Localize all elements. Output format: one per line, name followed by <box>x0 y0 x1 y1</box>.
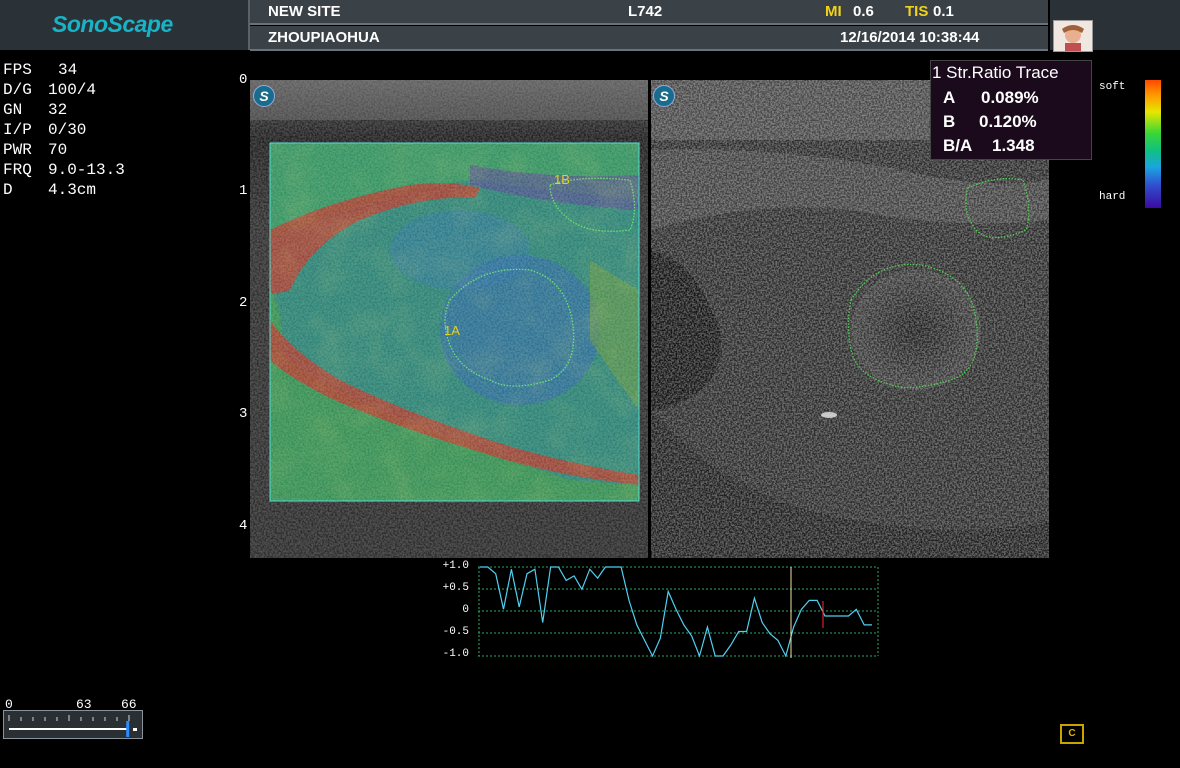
header-row-top: NEW SITE L742 MI 0.6 TIS 0.1 <box>250 0 1048 25</box>
site-name: NEW SITE <box>268 3 341 20</box>
trace-y-label-3: 0 <box>462 604 469 616</box>
depth-label-4: 4 <box>239 518 248 534</box>
param-dg: D/G 100/4 <box>3 81 97 99</box>
exam-datetime: 12/16/2014 10:38:44 <box>840 29 980 46</box>
strain-b-row: B 0.120% <box>943 112 1037 131</box>
slider-thumb <box>126 721 130 737</box>
strain-ratio-panel: 1 Str.Ratio Trace A 0.089% B 0.120% B/A 1.3… <box>930 60 1092 160</box>
trace-y-label-1: +1.0 <box>442 560 469 572</box>
depth-label-2: 2 <box>239 295 248 311</box>
param-fps: FPS 34 <box>3 61 78 79</box>
depth-label-1: 1 <box>239 183 248 199</box>
trace-y-label-4: -0.5 <box>442 626 469 638</box>
brand-logo: SonoScape <box>52 11 173 37</box>
param-ip: I/P 0/30 <box>3 121 87 139</box>
strain-ratio-title: 1 Str.Ratio Trace <box>932 63 1059 82</box>
strain-trace-graph[interactable] <box>478 566 880 660</box>
tis-value: 0.1 <box>933 3 954 20</box>
patient-name: ZHOUPIAOHUA <box>268 29 380 46</box>
colorbar-soft-label: soft <box>1099 81 1126 93</box>
trace-y-label-5: -1.0 <box>442 648 469 660</box>
elastography-image[interactable] <box>250 80 648 558</box>
strain-a-row: A 0.089% <box>943 88 1039 107</box>
colorbar-hard-label: hard <box>1099 191 1126 203</box>
user-avatar-icon[interactable] <box>1053 20 1093 52</box>
param-power: PWR 70 <box>3 141 68 159</box>
mi-label: MI <box>825 3 842 20</box>
param-depth: D 4.3cm <box>3 181 97 199</box>
probe-name: L742 <box>628 3 663 20</box>
scanner-s-icon-right: S <box>653 85 675 107</box>
roi-a-label: 1A <box>444 323 460 338</box>
mi-value: 0.6 <box>853 3 874 20</box>
trace-y-label-2: +0.5 <box>442 582 469 594</box>
param-gain: GN 32 <box>3 101 68 119</box>
frame-slider[interactable] <box>3 710 143 739</box>
depth-label-3: 3 <box>239 406 248 422</box>
depth-label-0: 0 <box>239 72 248 88</box>
roi-b-label: 1B <box>554 172 570 187</box>
elasticity-color-bar <box>1145 80 1161 208</box>
film-cine-icon[interactable]: C <box>1060 724 1084 744</box>
param-frequency: FRQ 9.0-13.3 <box>3 161 125 179</box>
header-row-bottom: ZHOUPIAOHUA 12/16/2014 10:38:44 <box>250 26 1048 51</box>
strain-ba-row: B/A 1.348 <box>943 136 1035 155</box>
scanner-s-icon-left: S <box>253 85 275 107</box>
tis-label: TIS <box>905 3 929 20</box>
